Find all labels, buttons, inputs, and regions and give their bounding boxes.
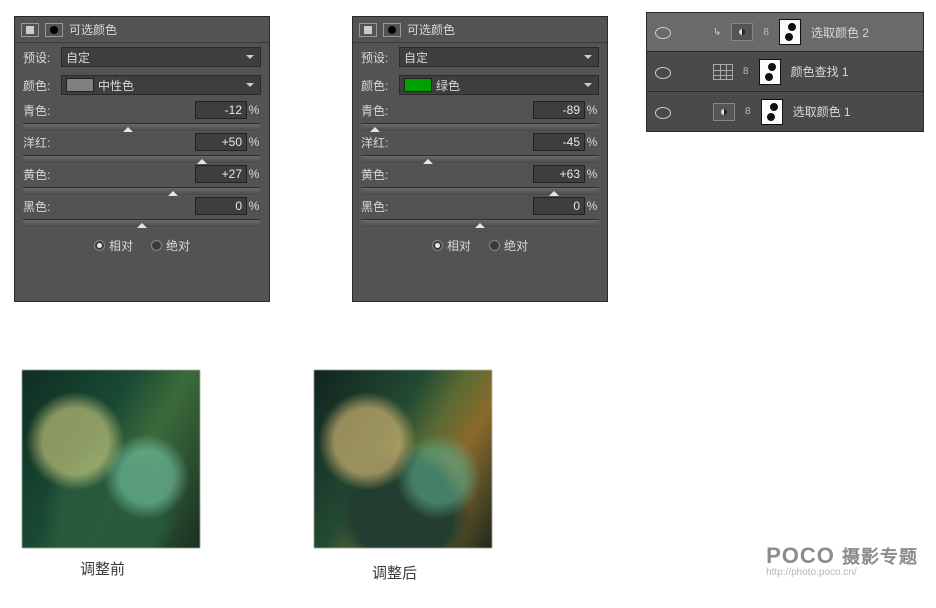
slider-thumb[interactable] [549,186,559,196]
slider-label: 青色: [361,102,401,119]
panel-header: 可选颜色 [353,17,607,43]
preset-label: 预设: [23,49,57,66]
color-swatch [66,78,94,92]
layer-mask-thumbnail[interactable] [759,59,781,85]
slider-track[interactable] [361,123,599,131]
color-swatch [404,78,432,92]
color-label: 颜色: [23,77,57,94]
percent-label: % [247,135,261,149]
slider-label: 洋红: [23,134,63,151]
slider-label: 黑色: [23,198,63,215]
clip-indicator-icon: ↳ [713,27,721,38]
visibility-eye-icon[interactable] [655,65,669,79]
color-select[interactable]: 中性色 [61,75,261,95]
slider-value-input[interactable]: -12 [195,101,247,119]
slider-row: 黄色: +63% [353,163,607,195]
layers-panel: ↳ 8 选取颜色 2 8 颜色查找 1 8 选取颜色 1 [646,12,924,132]
slider-row: 黄色: +27% [15,163,269,195]
percent-label: % [585,167,599,181]
slider-thumb[interactable] [423,154,433,164]
visibility-eye-icon[interactable] [655,105,669,119]
mask-mode-icon [383,23,401,37]
percent-label: % [247,167,261,181]
watermark: POCO 摄影专题 http://photo.poco.cn/ [766,543,918,578]
slider-thumb[interactable] [168,186,178,196]
slider-thumb[interactable] [123,122,133,132]
percent-label: % [585,103,599,117]
percent-label: % [247,199,261,213]
slider-row: 洋红: -45% [353,131,607,163]
slider-row: 黑色: 0% [353,195,607,227]
slider-track[interactable] [361,155,599,163]
link-icon: 8 [763,27,769,38]
layer-mask-thumbnail[interactable] [779,19,801,45]
layer-name: 颜色查找 1 [791,63,849,80]
slider-label: 黑色: [361,198,401,215]
slider-label: 青色: [23,102,63,119]
slider-track[interactable] [23,219,261,227]
color-label: 颜色: [361,77,395,94]
percent-label: % [585,199,599,213]
mask-mode-icon [45,23,63,37]
preset-select[interactable]: 自定 [399,47,599,67]
method-absolute[interactable]: 绝对 [489,237,528,254]
panel-title: 可选颜色 [407,21,455,38]
slider-thumb[interactable] [197,154,207,164]
selective-color-panel-2: 可选颜色 预设: 自定 颜色: 绿色 青色: -89% 洋红: -45% 黄色: +63%… [352,16,608,302]
color-select[interactable]: 绿色 [399,75,599,95]
slider-thumb[interactable] [475,218,485,228]
slider-thumb[interactable] [137,218,147,228]
panel-header: 可选颜色 [15,17,269,43]
preset-label: 预设: [361,49,395,66]
method-relative[interactable]: 相对 [94,237,133,254]
slider-value-input[interactable]: +50 [195,133,247,151]
caption-before: 调整前 [80,558,125,579]
slider-value-input[interactable]: +63 [533,165,585,183]
slider-track[interactable] [361,187,599,195]
preview-after-image [314,370,492,548]
slider-row: 洋红: +50% [15,131,269,163]
visibility-eye-icon[interactable] [655,25,669,39]
slider-value-input[interactable]: -45 [533,133,585,151]
slider-row: 青色: -12% [15,99,269,131]
slider-label: 洋红: [361,134,401,151]
adjustment-layer-icon [731,23,753,41]
slider-row: 黑色: 0% [15,195,269,227]
slider-label: 黄色: [361,166,401,183]
layer-name: 选取颜色 1 [793,103,851,120]
layer-row[interactable]: 8 颜色查找 1 [646,52,924,92]
slider-thumb[interactable] [370,122,380,132]
layer-name: 选取颜色 2 [811,24,869,41]
slider-value-input[interactable]: 0 [533,197,585,215]
preset-select[interactable]: 自定 [61,47,261,67]
slider-track[interactable] [23,123,261,131]
layer-row[interactable]: 8 选取颜色 1 [646,92,924,132]
panel-title: 可选颜色 [69,21,117,38]
link-icon: 8 [743,66,749,77]
slider-track[interactable] [23,187,261,195]
method-relative[interactable]: 相对 [432,237,471,254]
preview-before-image [22,370,200,548]
slider-value-input[interactable]: +27 [195,165,247,183]
layer-row[interactable]: ↳ 8 选取颜色 2 [646,12,924,52]
method-absolute[interactable]: 绝对 [151,237,190,254]
slider-row: 青色: -89% [353,99,607,131]
adjustment-layer-icon [713,103,735,121]
percent-label: % [585,135,599,149]
slider-track[interactable] [23,155,261,163]
lut-icon [713,64,733,80]
caption-after: 调整后 [372,562,417,583]
slider-label: 黄色: [23,166,63,183]
adjustment-icon [21,23,39,37]
percent-label: % [247,103,261,117]
slider-value-input[interactable]: 0 [195,197,247,215]
layer-mask-thumbnail[interactable] [761,99,783,125]
link-icon: 8 [745,106,751,117]
adjustment-icon [359,23,377,37]
slider-value-input[interactable]: -89 [533,101,585,119]
slider-track[interactable] [361,219,599,227]
selective-color-panel-1: 可选颜色 预设: 自定 颜色: 中性色 青色: -12% 洋红: +50% 黄色: +27… [14,16,270,302]
